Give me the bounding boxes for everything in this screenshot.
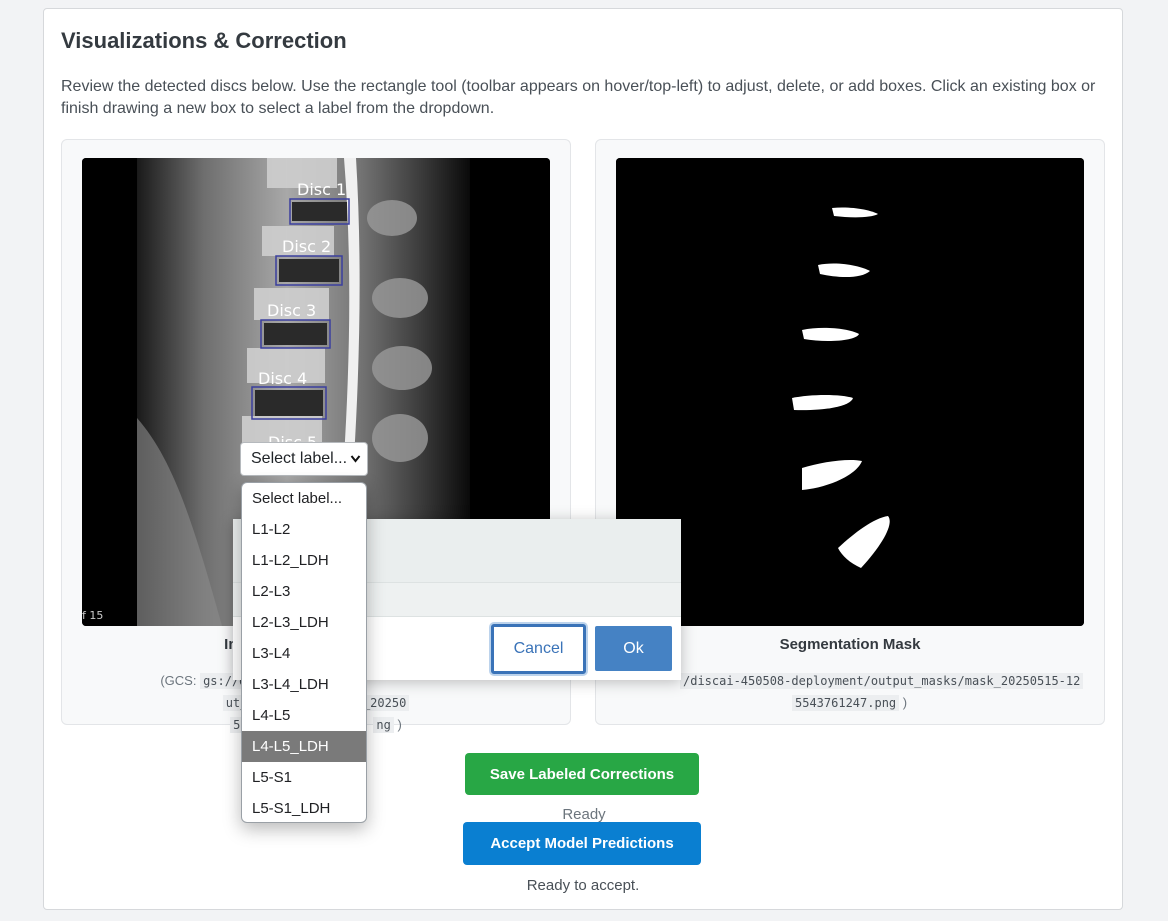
dialog-cancel-button[interactable]: Cancel <box>491 624 586 674</box>
dialog-ok-button[interactable]: Ok <box>595 626 672 671</box>
disc-label: Disc 1 <box>297 180 346 199</box>
disc-label: Disc 3 <box>267 301 316 320</box>
accept-predictions-button[interactable]: Accept Model Predictions <box>463 822 701 865</box>
label-select[interactable]: Select label... <box>240 442 368 476</box>
dropdown-option[interactable]: L1-L2 <box>242 514 366 545</box>
label-select-value: Select label... <box>251 450 348 467</box>
slice-indicator: f 15 <box>82 609 104 622</box>
accept-status-text: Ready to accept. <box>526 877 640 894</box>
save-corrections-button[interactable]: Save Labeled Corrections <box>465 753 699 795</box>
dropdown-option[interactable]: L3-L4 <box>242 638 366 669</box>
dropdown-option[interactable]: L2-L3_LDH <box>242 607 366 638</box>
dropdown-option[interactable]: L1-L2_LDH <box>242 545 366 576</box>
dropdown-option[interactable]: Select label... <box>242 483 366 514</box>
dropdown-option[interactable]: L5-S1_LDH <box>242 793 366 822</box>
dropdown-option[interactable]: L3-L4_LDH <box>242 669 366 700</box>
mask-gcs-path: /discai-450508-deployment/output_masks/m… <box>680 670 1100 714</box>
chevron-down-icon <box>350 443 361 487</box>
save-status-text: Ready <box>562 806 606 823</box>
dropdown-option-highlighted[interactable]: L4-L5_LDH <box>242 731 366 762</box>
dropdown-option[interactable]: L2-L3 <box>242 576 366 607</box>
mask-image <box>616 158 1084 626</box>
segmentation-mask-image <box>616 158 1084 626</box>
dropdown-option[interactable]: L4-L5 <box>242 700 366 731</box>
section-description: Review the detected discs below. Use the… <box>61 78 1096 117</box>
section-title: Visualizations & Correction <box>61 28 347 53</box>
label-dropdown-list[interactable]: Select label... L1-L2 L1-L2_LDH L2-L3 L2… <box>241 482 367 823</box>
disc-label: Disc 4 <box>258 369 307 388</box>
dropdown-option[interactable]: L5-S1 <box>242 762 366 793</box>
disc-label: Disc 2 <box>282 237 331 256</box>
